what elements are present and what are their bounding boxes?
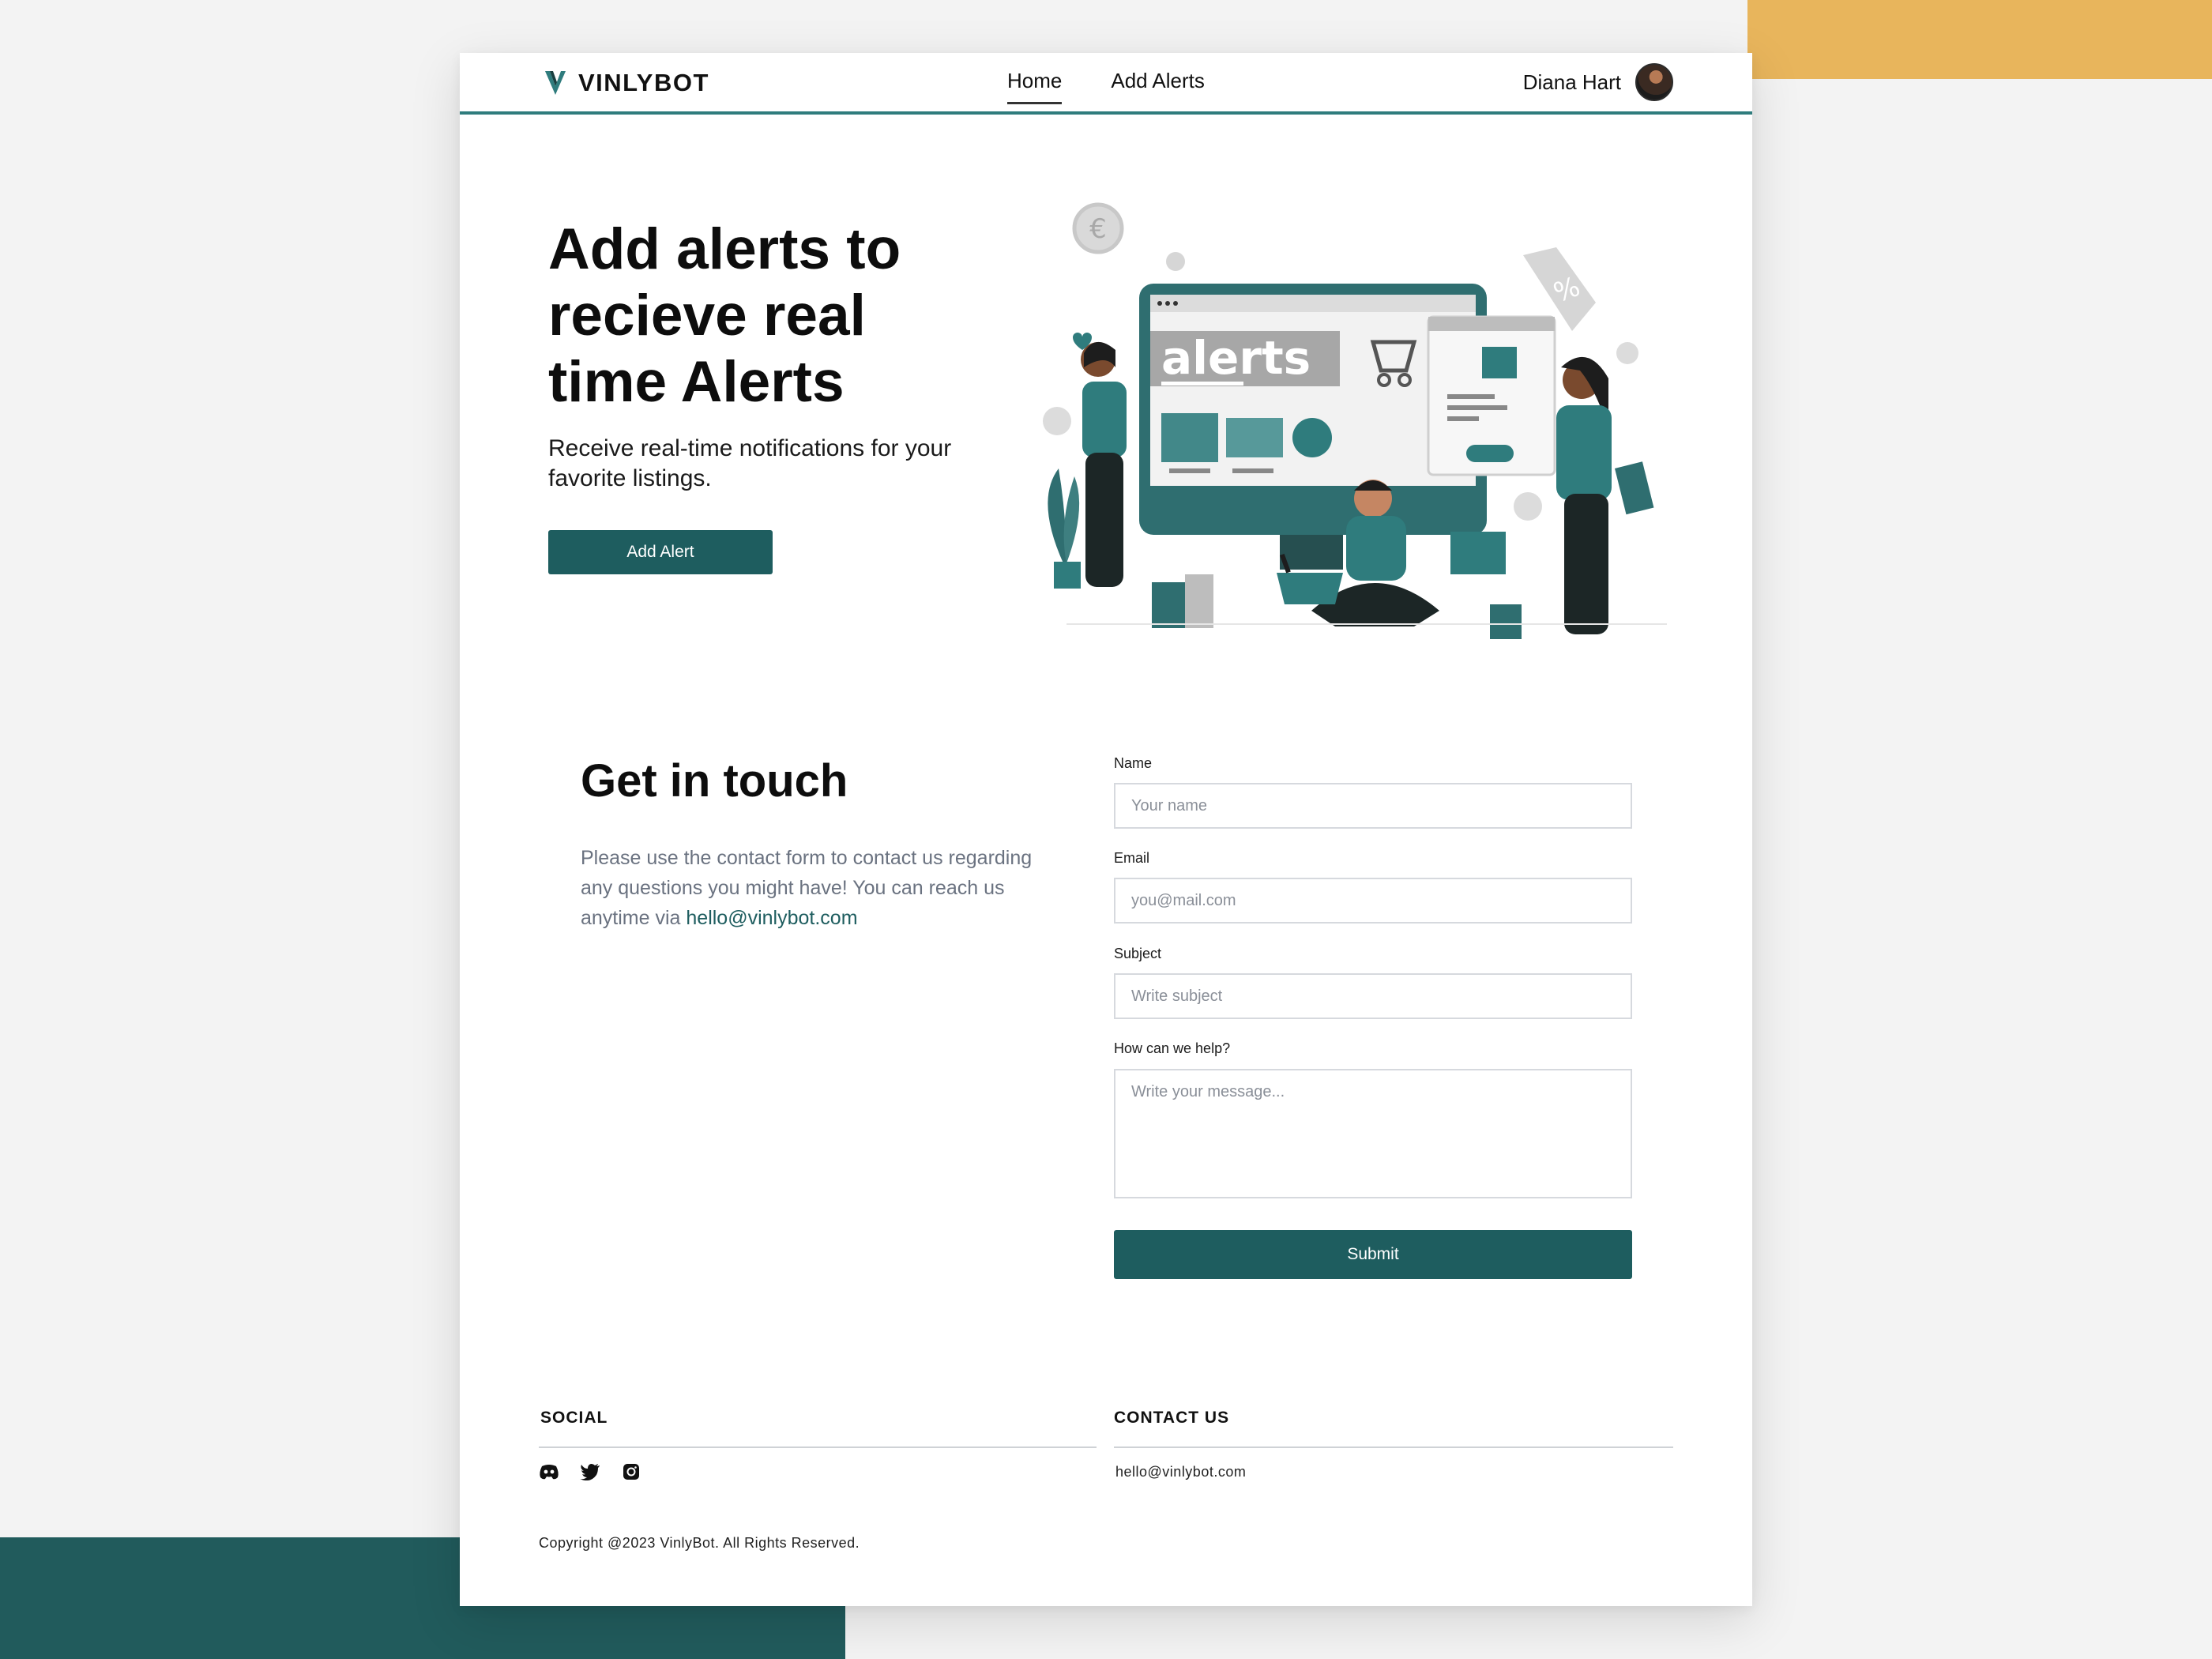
page-card: VINLYBOT Home Add Alerts Diana Hart Add … [460,53,1752,1606]
user-menu[interactable]: Diana Hart [1523,63,1673,101]
nav-links: Home Add Alerts [1007,69,1205,104]
hero-subtitle: Receive real-time notifications for your… [548,435,952,491]
background-gold-block [1747,0,2212,79]
avatar[interactable] [1635,63,1673,101]
email-label: Email [1114,850,1150,866]
twitter-icon[interactable] [580,1462,600,1482]
contact-email-link[interactable]: hello@vinlybot.com [686,907,857,929]
copyright-text: Copyright @2023 VinlyBot. All Rights Res… [539,1535,860,1551]
social-divider [539,1446,1097,1448]
contact-divider [1114,1446,1673,1448]
contact-title: Get in touch [581,755,848,807]
hero-title: Add alerts to recieve real time Alerts [548,217,901,414]
message-field[interactable] [1114,1069,1632,1198]
contact-description: Please use the contact form to contact u… [581,843,1055,933]
social-heading: SOCIAL [540,1409,608,1427]
brand-logo[interactable]: VINLYBOT [544,67,709,99]
illustration-alerts-text: alerts [1161,331,1311,385]
contact-us-heading: CONTACT US [1114,1409,1230,1427]
nav-link-home[interactable]: Home [1007,69,1063,104]
subject-label: Subject [1114,946,1162,961]
brand-name: VINLYBOT [578,69,709,96]
message-label: How can we help? [1114,1040,1231,1056]
svg-text:€: € [1089,213,1107,245]
instagram-icon[interactable] [621,1462,641,1482]
social-links [539,1462,641,1482]
hero-illustration: € % alerts [1043,202,1667,639]
user-name: Diana Hart [1522,70,1621,94]
nav-link-add-alerts[interactable]: Add Alerts [1111,69,1205,104]
discord-icon[interactable] [539,1462,559,1482]
add-alert-button[interactable]: Add Alert [548,530,773,574]
email-field[interactable] [1114,878,1632,924]
name-field[interactable] [1114,783,1632,829]
subject-field[interactable] [1114,973,1632,1019]
name-label: Name [1114,755,1153,771]
footer-email-link[interactable]: hello@vinlybot.com [1115,1464,1246,1480]
vinlybot-logo-icon [545,71,566,95]
submit-button[interactable]: Submit [1114,1230,1632,1279]
top-navbar: VINLYBOT Home Add Alerts Diana Hart [460,53,1752,115]
